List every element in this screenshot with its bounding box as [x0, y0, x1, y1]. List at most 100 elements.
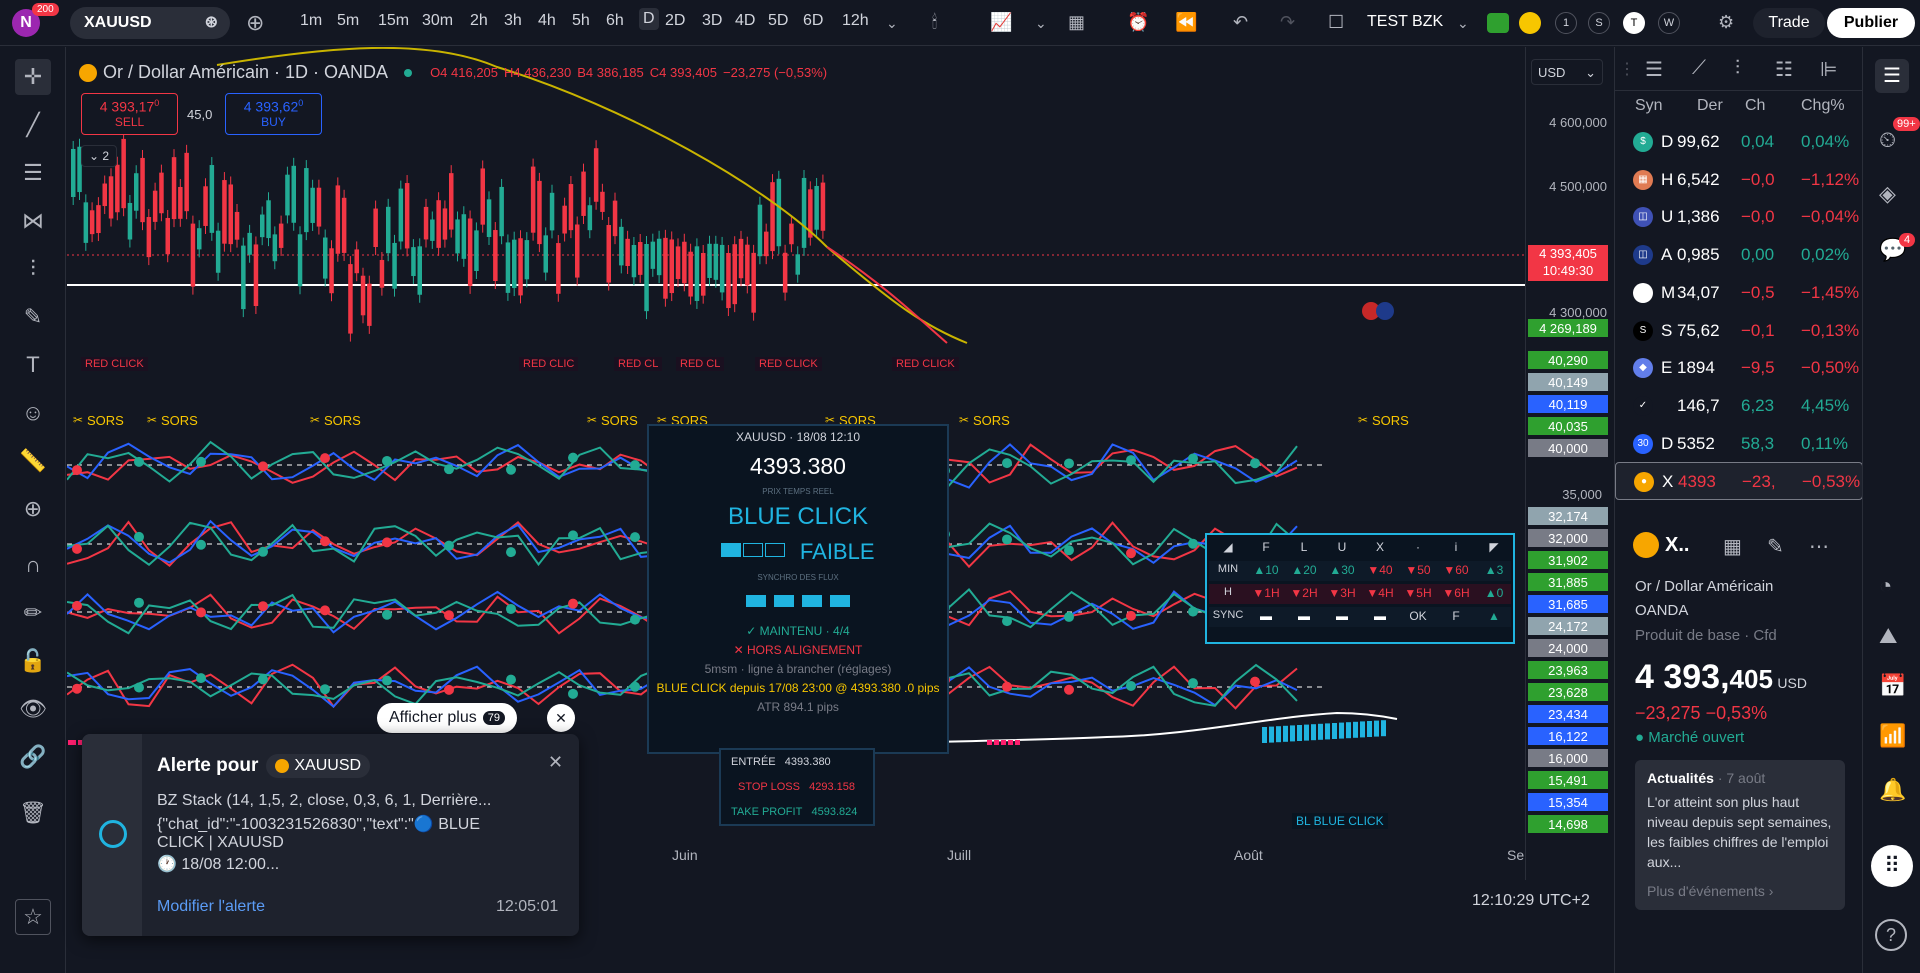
col-change-pct[interactable]: Chg%: [1801, 97, 1845, 115]
line-tool-icon[interactable]: ⟋: [1692, 57, 1706, 80]
star-icon[interactable]: ☆: [15, 899, 51, 935]
signal-icon[interactable]: 📶: [1879, 723, 1906, 749]
drag-handle-icon[interactable]: ⋮: [1619, 59, 1635, 79]
settings-icon[interactable]: ⚙: [1718, 12, 1734, 33]
link-icon[interactable]: 🔗: [15, 739, 51, 775]
edit-alert-link[interactable]: Modifier l'alerte: [157, 898, 265, 916]
watchlist-row[interactable]: ● X 4393 −23, −0,53%: [1615, 462, 1863, 501]
layout-icon[interactable]: ☐: [1328, 12, 1344, 33]
apps-icon[interactable]: ⠿: [1871, 845, 1913, 887]
currency-select[interactable]: USD ⌄: [1531, 59, 1603, 85]
price-axis[interactable]: USD ⌄ 4 600,000 4 500,000 4 300,000 4 393…: [1525, 47, 1613, 880]
watchlist-row[interactable]: ▦ H 6,542 −0,0 −1,12%: [1615, 161, 1863, 199]
timeframe-15m[interactable]: 15m: [378, 12, 409, 30]
magnet-icon[interactable]: ∩: [15, 547, 51, 583]
toggle-1[interactable]: 1: [1555, 12, 1577, 34]
toggle-s[interactable]: S: [1588, 12, 1610, 34]
timeframe-3h[interactable]: 3h: [504, 12, 522, 30]
timeframe-5m[interactable]: 5m: [337, 12, 359, 30]
calendar-icon[interactable]: 📅: [1879, 673, 1906, 699]
news-card[interactable]: Actualités · 7 août L'or atteint son plu…: [1635, 760, 1845, 910]
watchlist-row[interactable]: ◆ E 1894 −9,5 −0,50%: [1615, 349, 1863, 387]
timeframe-2D[interactable]: 2D: [665, 12, 685, 30]
watchlist-row[interactable]: ◫ A 0,985 0,00 0,02%: [1615, 236, 1863, 274]
layout-name[interactable]: TEST BZK: [1367, 13, 1443, 31]
watchlist-icon[interactable]: ☰: [1875, 59, 1909, 93]
show-more-button[interactable]: Afficher plus 79: [377, 703, 517, 733]
help-icon[interactable]: ?: [1875, 919, 1907, 951]
lock-draw-icon[interactable]: ✏: [15, 595, 51, 631]
trend-line-icon[interactable]: ╱: [15, 107, 51, 143]
lock-icon[interactable]: 🔓: [15, 643, 51, 679]
trash-icon[interactable]: 🗑: [15, 795, 51, 831]
add-symbol-icon[interactable]: ⊕: [246, 10, 264, 36]
timeframe-D[interactable]: D: [639, 8, 659, 30]
screener-icon[interactable]: ⛰: [1879, 623, 1897, 649]
layout-grid-icon[interactable]: ▦: [1723, 534, 1742, 559]
candle-type-icon[interactable]: 🕯: [932, 12, 937, 33]
money-icon[interactable]: [1487, 13, 1509, 33]
text-icon[interactable]: T: [15, 347, 51, 383]
timeframe-5D[interactable]: 5D: [768, 12, 788, 30]
emoji-tool-icon[interactable]: ☺: [15, 395, 51, 431]
watchlist-row[interactable]: ✓ 146,7 6,23 4,45%: [1615, 387, 1863, 425]
close-icon[interactable]: ✕: [548, 752, 563, 773]
timeframe-6D[interactable]: 6D: [803, 12, 823, 30]
replay-icon[interactable]: ⏪: [1175, 12, 1197, 33]
indicators-icon[interactable]: 📈: [990, 12, 1012, 33]
eye-icon[interactable]: 👁: [15, 691, 51, 727]
timeframe-30m[interactable]: 30m: [422, 12, 453, 30]
toggle-t[interactable]: T: [1623, 12, 1645, 34]
buy-button[interactable]: 4 393,620 BUY: [225, 93, 322, 135]
bars-icon[interactable]: ⫶: [1735, 57, 1740, 80]
watchlist-row[interactable]: S S 75,62 −0,1 −0,13%: [1615, 312, 1863, 350]
timeframe-2h[interactable]: 2h: [470, 12, 488, 30]
collapse-indicators-button[interactable]: ⌄ 2: [81, 145, 117, 167]
emoji-icon[interactable]: [1519, 12, 1541, 34]
more-icon[interactable]: ⋯: [1809, 534, 1829, 559]
details-symbol[interactable]: X..: [1665, 534, 1689, 557]
alert-symbol-chip[interactable]: XAUUSD: [266, 754, 371, 778]
timeframe-5h[interactable]: 5h: [572, 12, 590, 30]
filter-icon[interactable]: ☷: [1775, 57, 1793, 82]
timeframe-dropdown-icon[interactable]: ⌄: [886, 15, 898, 32]
watchlist-row[interactable]: ◫ U 1,386 −0,0 −0,04%: [1615, 198, 1863, 236]
list-icon[interactable]: ☰: [1645, 57, 1663, 82]
symbol-search[interactable]: XAUUSD ⊛: [70, 7, 230, 39]
ruler-icon[interactable]: 📏: [15, 443, 51, 479]
close-toasts-button[interactable]: ✕: [547, 704, 575, 732]
ideas-icon[interactable]: ◔: [1879, 573, 1892, 599]
zoom-icon[interactable]: ⊕: [15, 491, 51, 527]
undo-icon[interactable]: ↶: [1233, 12, 1248, 33]
sell-button[interactable]: 4 393,170 SELL: [81, 93, 178, 135]
trade-button[interactable]: Trade: [1753, 8, 1825, 38]
timeframe-4D[interactable]: 4D: [735, 12, 755, 30]
timeframe-1m[interactable]: 1m: [300, 12, 322, 30]
redo-icon[interactable]: ↷: [1280, 12, 1295, 33]
templates-icon[interactable]: ▦: [1068, 12, 1085, 33]
alert-icon[interactable]: ⏰: [1127, 12, 1149, 33]
fib-icon[interactable]: ☰: [15, 155, 51, 191]
forecast-icon[interactable]: ⫶: [15, 251, 51, 287]
timeframe-4h[interactable]: 4h: [538, 12, 556, 30]
watchlist-row[interactable]: 30 D 5352 58,3 0,11%: [1615, 425, 1863, 463]
col-last[interactable]: Der: [1697, 97, 1723, 115]
pattern-icon[interactable]: ⋈: [15, 203, 51, 239]
timeframe-12h[interactable]: 12h: [842, 12, 869, 30]
layers-icon[interactable]: ◈: [1879, 181, 1896, 207]
timeframe-3D[interactable]: 3D: [702, 12, 722, 30]
notifications-icon[interactable]: 🔔: [1879, 777, 1906, 803]
timeframe-6h[interactable]: 6h: [606, 12, 624, 30]
compare-icon[interactable]: ⊛: [205, 12, 218, 32]
alert-toast[interactable]: Alerte pour XAUUSD ✕ BZ Stack (14, 1,5, …: [82, 734, 579, 936]
publish-button[interactable]: Publier: [1827, 8, 1915, 38]
col-change[interactable]: Ch: [1745, 97, 1765, 115]
col-symbol[interactable]: Syn: [1635, 97, 1663, 115]
edit-icon[interactable]: ✎: [1767, 534, 1784, 559]
columns-icon[interactable]: ⊫: [1820, 57, 1837, 82]
watchlist-row[interactable]: M M 34,07 −0,5 −1,45%: [1615, 274, 1863, 312]
layout-dropdown-icon[interactable]: ⌄: [1457, 15, 1469, 32]
alerts-icon[interactable]: ⏲: [1879, 127, 1896, 153]
watchlist-row[interactable]: $ D 99,62 0,04 0,04%: [1615, 123, 1863, 161]
indicators-dropdown-icon[interactable]: ⌄: [1035, 15, 1047, 32]
